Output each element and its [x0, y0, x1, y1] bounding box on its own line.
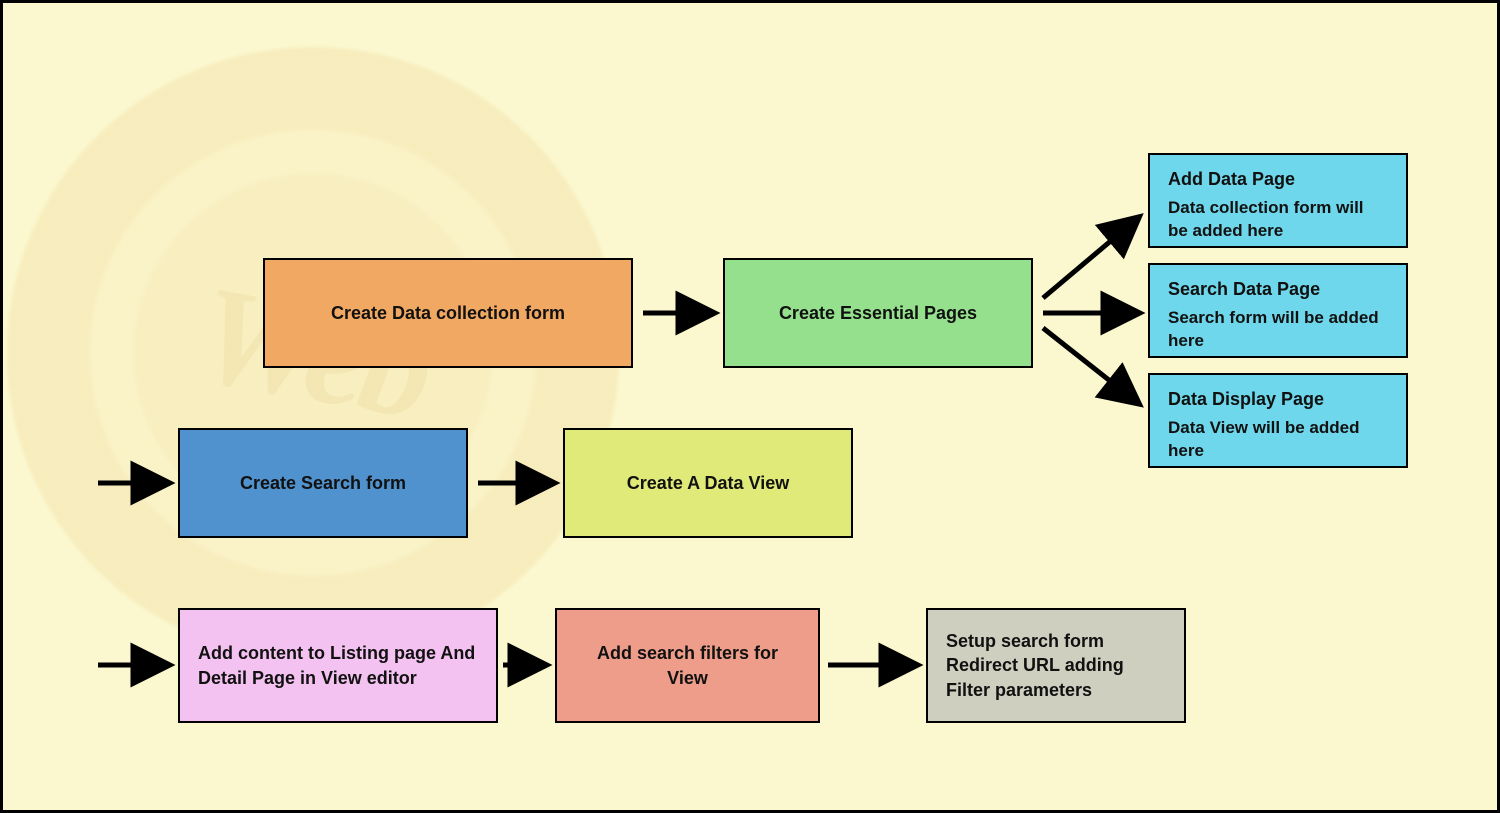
- step-add-search-filters: Add search filters for View: [555, 608, 820, 723]
- label: Create Essential Pages: [779, 301, 977, 325]
- step-create-essential-pages: Create Essential Pages: [723, 258, 1033, 368]
- step-create-data-view: Create A Data View: [563, 428, 853, 538]
- label: Add content to Listing page And Detail P…: [198, 641, 478, 690]
- step-add-content-listing-detail: Add content to Listing page And Detail P…: [178, 608, 498, 723]
- step-setup-redirect-url: Setup search form Redirect URL adding Fi…: [926, 608, 1186, 723]
- title: Search Data Page: [1168, 277, 1388, 301]
- label: Setup search form Redirect URL adding Fi…: [946, 629, 1166, 702]
- label: Create A Data View: [627, 471, 789, 495]
- title: Data Display Page: [1168, 387, 1388, 411]
- page-data-display: Data Display Page Data View will be adde…: [1148, 373, 1408, 468]
- page-add-data: Add Data Page Data collection form will …: [1148, 153, 1408, 248]
- description: Data collection form will be added here: [1168, 197, 1388, 243]
- page-search-data: Search Data Page Search form will be add…: [1148, 263, 1408, 358]
- step-create-data-collection-form: Create Data collection form: [263, 258, 633, 368]
- label: Create Search form: [240, 471, 406, 495]
- title: Add Data Page: [1168, 167, 1388, 191]
- step-create-search-form: Create Search form: [178, 428, 468, 538]
- label: Create Data collection form: [331, 301, 565, 325]
- description: Search form will be added here: [1168, 307, 1388, 353]
- label: Add search filters for View: [575, 641, 800, 690]
- description: Data View will be added here: [1168, 417, 1388, 463]
